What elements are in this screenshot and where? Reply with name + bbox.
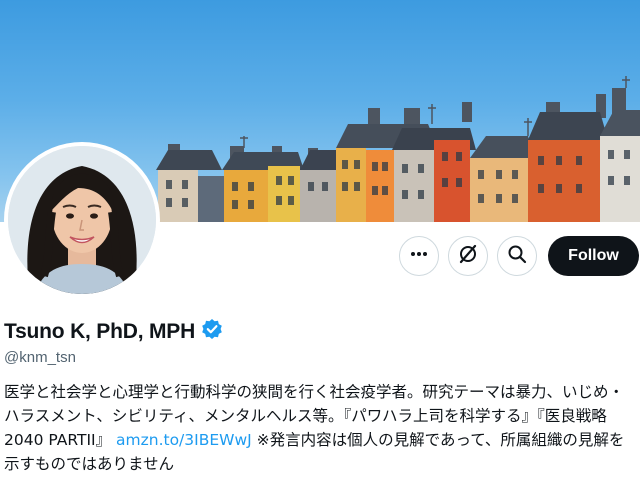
profile-avatar[interactable] xyxy=(4,142,160,298)
search-button[interactable] xyxy=(497,236,537,276)
avatar-portrait-illustration xyxy=(8,146,156,294)
more-options-button[interactable] xyxy=(399,236,439,276)
follow-button[interactable]: Follow xyxy=(548,236,639,276)
grok-slash-icon xyxy=(457,243,479,270)
more-horizontal-icon xyxy=(409,244,429,269)
search-icon xyxy=(507,244,527,269)
verified-badge-icon xyxy=(201,318,223,345)
display-name: Tsuno K, PhD, MPH xyxy=(4,319,196,343)
profile-bio: 医学と社会学と心理学と行動科学の狭間を行く社会疫学者。研究テーマは暴力、いじめ・… xyxy=(4,380,636,476)
user-handle: @knm_tsn xyxy=(4,349,76,366)
grok-button[interactable] xyxy=(448,236,488,276)
bio-link[interactable]: amzn.to/3IBEWwJ xyxy=(116,431,252,449)
avatar-photo xyxy=(8,146,156,294)
profile-name-row: Tsuno K, PhD, MPH xyxy=(4,318,223,345)
